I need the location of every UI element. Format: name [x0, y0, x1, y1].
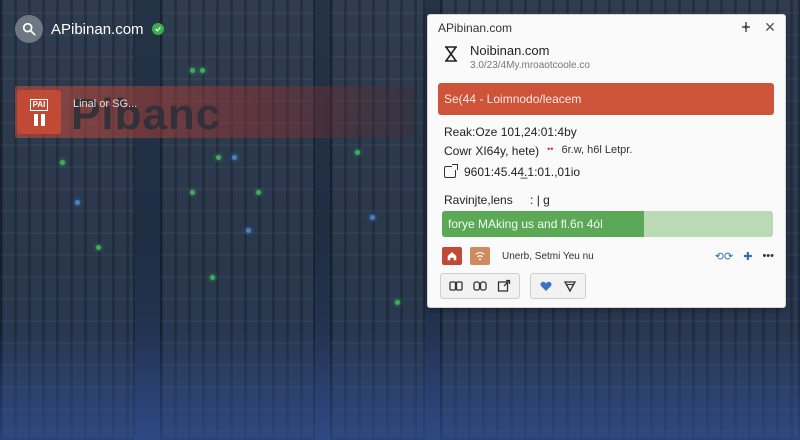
info-line: Ravinjte,lens : | g	[444, 193, 550, 207]
background-fade	[0, 330, 800, 440]
indicator-dots: ••	[547, 144, 554, 154]
alert-bar[interactable]: Se(44 - Loimnodo/leacem	[438, 83, 774, 115]
toolbar-group-secondary	[530, 273, 586, 299]
site-info-panel: APibinan.com ✕ Noibinan.com 3.0/23/4My.m…	[427, 14, 786, 308]
site-header: Noibinan.com 3.0/23/4My.mroaotcoole.co	[442, 43, 590, 71]
address-host[interactable]: APibinan.com	[51, 21, 144, 38]
address-bar[interactable]: APibinan.com	[15, 14, 164, 44]
site-name: Noibinan.com	[470, 43, 550, 58]
progress-bar: forye MAking us and fl.6n 4ól	[442, 211, 773, 237]
brand-subtitle: Linal or SG...	[73, 98, 138, 110]
shield-icon[interactable]	[563, 279, 577, 293]
more-icon[interactable]: •••	[762, 250, 774, 263]
search-icon[interactable]	[15, 15, 43, 43]
panel-toolbar	[440, 273, 586, 299]
pin-icon[interactable]	[738, 19, 754, 35]
logo-label: PAI	[29, 98, 49, 111]
meta-text: Unerb, Setmi Yeu nu	[502, 250, 594, 262]
verified-check-icon	[151, 23, 164, 35]
book-open-icon[interactable]	[473, 279, 487, 293]
book-icon[interactable]	[449, 279, 463, 293]
info-label: Ravinjte,lens	[444, 193, 513, 207]
info-suffix: : | g	[530, 193, 550, 207]
brand-logo: PAI	[17, 90, 61, 134]
meta-tools: ⟲⟳ ✚ •••	[715, 250, 774, 263]
home-icon[interactable]	[442, 247, 462, 265]
pin-icon[interactable]: ✚	[743, 250, 752, 263]
refresh-icon[interactable]: ⟲⟳	[715, 250, 733, 263]
pause-icon	[33, 113, 45, 126]
heart-icon[interactable]	[539, 279, 553, 293]
close-icon[interactable]: ✕	[762, 19, 778, 35]
external-link-icon[interactable]	[497, 279, 511, 293]
external-link-icon[interactable]	[444, 164, 458, 178]
hourglass-icon	[445, 46, 457, 62]
info-value: 9601:45.44̲.1:01.,01io	[464, 165, 581, 179]
brand-banner: PAI Pibanc Linal or SG...	[15, 86, 415, 139]
info-line: Reak:Oze 101,24:01:4by	[444, 125, 577, 139]
wifi-icon[interactable]	[470, 247, 490, 265]
panel-title: APibinan.com	[438, 21, 513, 35]
progress-label: forye MAking us and fl.6n 4ól	[448, 217, 603, 231]
toolbar-group-primary	[440, 273, 520, 299]
site-subtitle: 3.0/23/4My.mroaotcoole.co	[470, 60, 590, 71]
info-label: Cowr XI64y, hete)	[444, 144, 540, 158]
info-line: 9601:45.44̲.1:01.,01io	[444, 164, 581, 179]
info-value: 6r.w, h6l Letpr.	[561, 144, 633, 156]
info-line: Cowr XI64y, hete) •• 6r.w, h6l Letpr.	[444, 144, 632, 158]
meta-row: Unerb, Setmi Yeu nu ⟲⟳ ✚ •••	[442, 247, 774, 265]
